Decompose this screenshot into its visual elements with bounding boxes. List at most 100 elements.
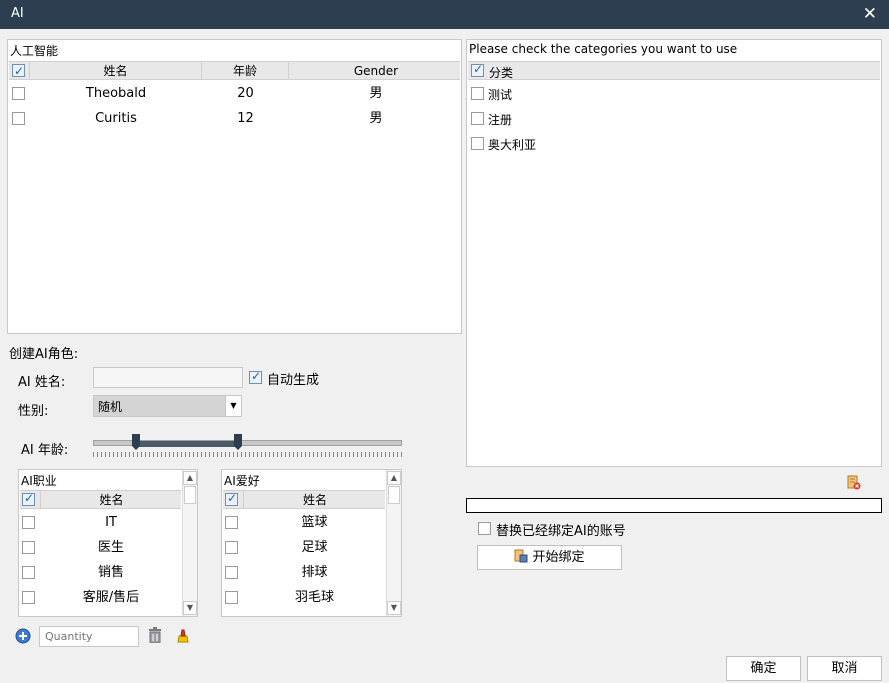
window-title: AI [11,6,24,21]
cancel-button[interactable]: 取消 [807,656,882,681]
ai-name-input[interactable] [93,367,243,388]
hobbies-title: AI爱好 [224,474,260,488]
row-age: 20 [237,86,254,101]
select-all-checkbox[interactable] [12,62,25,80]
row-gender: 男 [369,86,383,101]
hobby-label: 羽毛球 [294,590,334,605]
age-range-slider[interactable] [93,432,402,458]
auto-generate-label: 自动生成 [267,373,320,388]
column-header-age[interactable]: 年龄 [202,62,289,80]
category-checkbox[interactable] [471,137,484,150]
list-item[interactable]: IT [20,510,181,535]
clear-brush-icon[interactable] [175,627,191,643]
age-slider-low-thumb[interactable] [132,434,141,450]
hobbies-select-all-checkbox[interactable] [225,491,238,506]
ai-name-label: AI 姓名: [18,375,66,390]
ai-list-header: 姓名 年龄 Gender [9,61,460,80]
hobbies-scrollbar[interactable]: ▲ ▼ [386,470,401,616]
category-label: 奥大利亚 [488,138,537,152]
hobby-checkbox[interactable] [225,541,238,554]
job-label: 客服/售后 [82,590,140,605]
start-binding-label: 开始绑定 [532,550,585,565]
job-label: 销售 [97,565,124,580]
column-header-gender[interactable]: Gender [289,62,463,80]
hobbies-header-name[interactable]: 姓名 [243,491,386,509]
job-checkbox[interactable] [22,566,35,579]
gender-label: 性别: [18,404,49,419]
categories-header: 分类 [468,61,880,80]
column-header-name[interactable]: 姓名 [30,62,202,80]
trash-icon[interactable] [148,627,162,644]
categories-panel: Please check the categories you want to … [466,39,882,467]
jobs-select-all-checkbox[interactable] [22,491,35,506]
quantity-input[interactable] [39,626,139,647]
select-all-cell [9,62,30,80]
gender-select-value: 随机 [98,400,123,414]
replace-bound-label: 替换已经绑定AI的账号 [496,524,626,539]
scroll-down-icon[interactable]: ▼ [183,601,197,615]
hobby-label: 排球 [301,565,328,580]
list-item[interactable]: 足球 [223,535,385,560]
progress-bar [466,498,882,513]
jobs-scrollbar[interactable]: ▲ ▼ [182,470,197,616]
age-label: AI 年龄: [21,443,69,458]
categories-title: Please check the categories you want to … [469,42,738,56]
age-slider-high-thumb[interactable] [234,434,243,450]
list-item[interactable]: 测试 [468,81,880,106]
scroll-up-icon[interactable]: ▲ [183,471,197,485]
ok-button[interactable]: 确定 [726,656,801,681]
hobby-label: 篮球 [301,515,328,530]
jobs-panel: AI职业 姓名 IT 医生 销售 客服/售后 ▲ ▼ [18,469,198,617]
categories-header-label: 分类 [489,66,514,80]
list-item[interactable]: 销售 [20,560,181,585]
category-checkbox[interactable] [471,87,484,100]
ai-list-title: 人工智能 [10,44,59,58]
hobbies-scroll-thumb[interactable] [388,486,400,504]
jobs-header: 姓名 [20,490,181,509]
auto-generate-checkbox[interactable] [249,369,262,384]
select-all-categories-checkbox[interactable] [471,62,484,77]
chevron-down-icon[interactable]: ▼ [225,396,241,416]
age-slider-ticks [93,452,402,457]
job-checkbox[interactable] [22,516,35,529]
row-checkbox[interactable] [12,112,25,125]
hobby-label: 足球 [301,540,328,555]
table-row[interactable]: Theobald 20 男 [9,81,460,106]
start-binding-button[interactable]: 开始绑定 [477,545,622,570]
list-item[interactable]: 奥大利亚 [468,131,880,156]
delete-category-icon[interactable] [847,474,861,490]
category-label: 测试 [488,88,513,102]
age-slider-range [136,441,239,447]
job-checkbox[interactable] [22,541,35,554]
category-label: 注册 [488,113,513,127]
list-item[interactable]: 客服/售后 [20,585,181,610]
hobbies-header: 姓名 [223,490,385,509]
hobby-checkbox[interactable] [225,516,238,529]
row-age: 12 [237,111,254,126]
hobby-checkbox[interactable] [225,566,238,579]
job-checkbox[interactable] [22,591,35,604]
hobby-checkbox[interactable] [225,591,238,604]
bind-icon [514,548,528,563]
replace-bound-checkbox[interactable] [478,522,491,535]
list-item[interactable]: 篮球 [223,510,385,535]
row-name: Theobald [85,86,147,101]
scroll-down-icon[interactable]: ▼ [387,601,401,615]
list-item[interactable]: 排球 [223,560,385,585]
create-section-title: 创建AI角色: [9,347,79,362]
category-checkbox[interactable] [471,112,484,125]
list-item[interactable]: 医生 [20,535,181,560]
add-icon[interactable] [15,628,31,644]
scroll-up-icon[interactable]: ▲ [387,471,401,485]
close-icon[interactable]: ✕ [863,4,877,24]
jobs-title: AI职业 [21,474,57,488]
jobs-scroll-thumb[interactable] [184,486,196,504]
job-label: IT [105,515,117,530]
gender-select[interactable]: 随机 ▼ [93,395,242,417]
list-item[interactable]: 注册 [468,106,880,131]
ai-list-panel: 人工智能 姓名 年龄 Gender Theobald 20 男 Curitis … [7,39,462,334]
row-checkbox[interactable] [12,87,25,100]
table-row[interactable]: Curitis 12 男 [9,106,460,131]
jobs-header-name[interactable]: 姓名 [40,491,182,509]
list-item[interactable]: 羽毛球 [223,585,385,610]
